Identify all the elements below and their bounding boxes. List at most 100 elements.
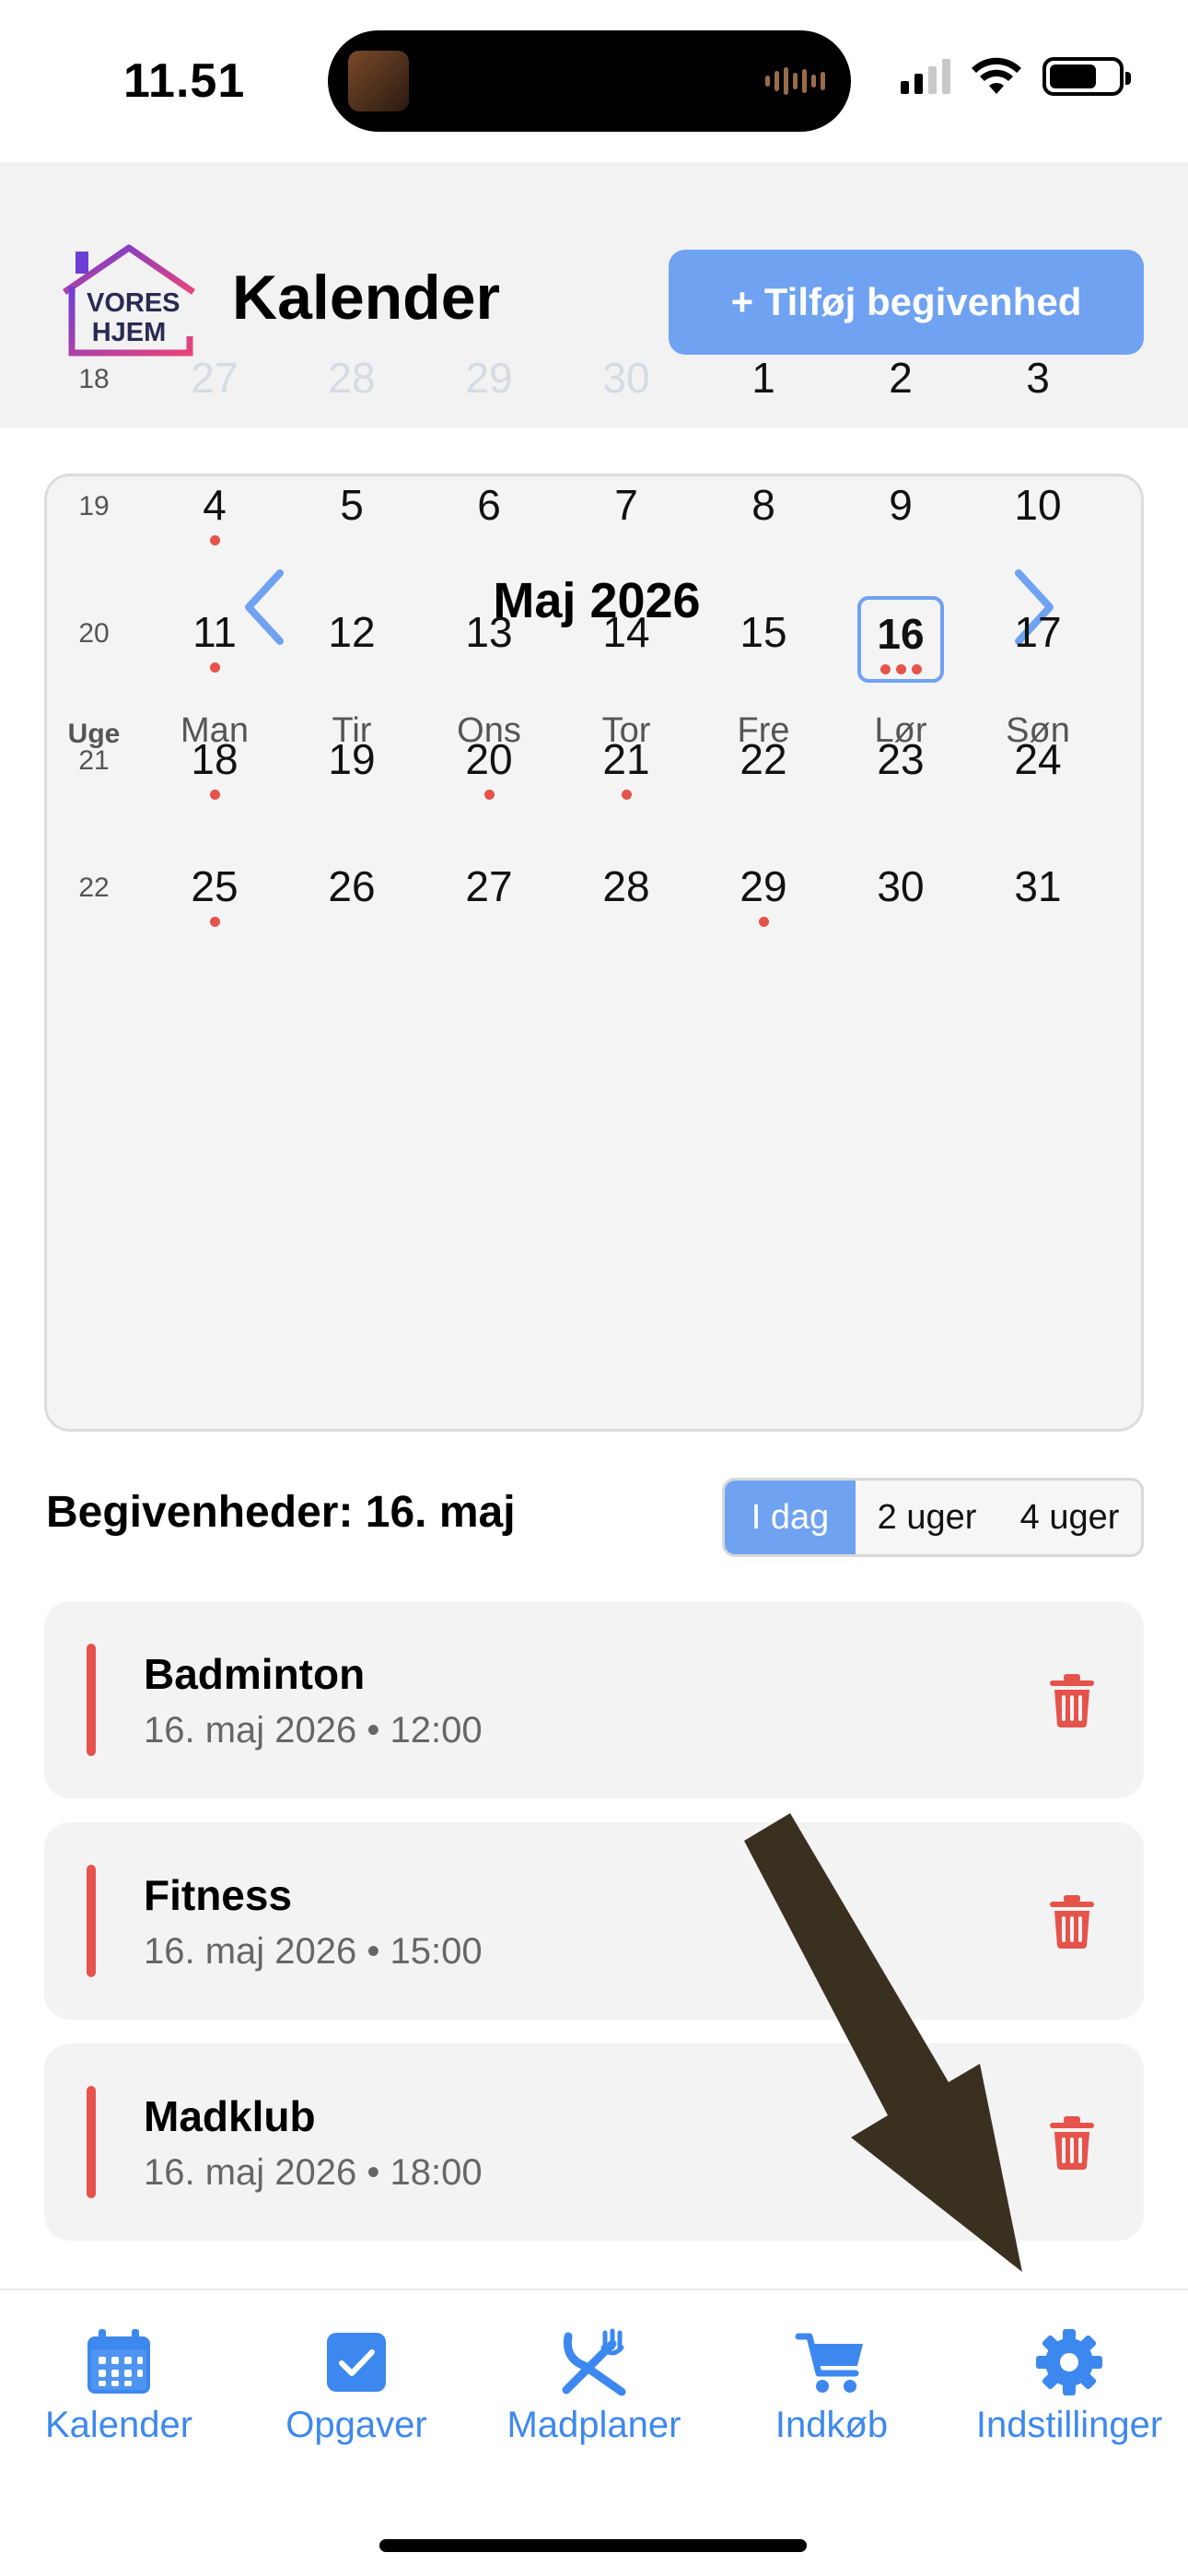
- calendar-card: Maj 2026 Uge Man Tir Ons Tor Fre Lør Søn 18 27 2…: [44, 354, 1147, 1432]
- day-number: 9: [889, 481, 913, 529]
- event-indicator-dots: [159, 917, 270, 927]
- event-card[interactable]: Badminton 16. maj 2026 • 12:00: [44, 1601, 1144, 1798]
- day-number: 27: [465, 862, 513, 910]
- tab-indkob[interactable]: Indkøb: [713, 2325, 950, 2446]
- day-number: 6: [477, 481, 501, 529]
- trash-icon[interactable]: [1048, 1673, 1096, 1728]
- event-card[interactable]: Fitness 16. maj 2026 • 15:00: [44, 1822, 1144, 2020]
- day-cell[interactable]: 24: [983, 716, 1093, 817]
- day-cell[interactable]: 31: [983, 843, 1093, 944]
- event-dot: [911, 664, 922, 674]
- trash-icon[interactable]: [1048, 1894, 1096, 1950]
- tab-opgaver[interactable]: Opgaver: [238, 2325, 475, 2446]
- event-indicator-dots: [434, 790, 544, 800]
- range-2-weeks-option[interactable]: 2 uger: [856, 1481, 998, 1554]
- calendar-week-row: 22 25 26 27 28 29 30 31: [47, 843, 1147, 970]
- day-number: 28: [602, 862, 650, 910]
- day-number: 31: [1014, 862, 1062, 910]
- day-cell[interactable]: 19: [297, 716, 407, 817]
- day-cell[interactable]: 26: [297, 843, 407, 944]
- day-number: 28: [328, 354, 376, 402]
- day-cell[interactable]: 12: [297, 589, 407, 690]
- status-bar: 11.51: [0, 0, 1188, 162]
- day-number: 7: [614, 481, 638, 529]
- logo-line-1: VORES: [87, 288, 181, 318]
- day-cell[interactable]: 25: [159, 843, 270, 944]
- event-indicator-dots: [571, 790, 681, 800]
- tab-indstillinger[interactable]: Indstillinger: [950, 2325, 1188, 2446]
- day-cell[interactable]: 21: [571, 716, 681, 817]
- utensils-icon: [562, 2328, 626, 2396]
- range-4-weeks-option[interactable]: 4 uger: [998, 1481, 1141, 1554]
- day-cell[interactable]: 28: [571, 843, 681, 944]
- day-cell[interactable]: 28: [297, 334, 407, 436]
- day-number: 4: [203, 481, 227, 529]
- day-cell[interactable]: 7: [571, 462, 681, 563]
- day-cell[interactable]: 1: [708, 334, 819, 436]
- day-cell[interactable]: 17: [983, 589, 1093, 690]
- event-color-bar: [87, 2086, 96, 2198]
- event-dot: [758, 917, 769, 927]
- cart-icon: [795, 2333, 863, 2393]
- event-dot: [879, 664, 891, 674]
- day-number: 20: [465, 735, 513, 783]
- battery-icon: [1042, 57, 1131, 96]
- day-cell[interactable]: 15: [708, 589, 819, 690]
- event-dot: [209, 535, 220, 545]
- wifi-icon: [972, 57, 1021, 94]
- page-title: Kalender: [232, 263, 500, 333]
- day-number: 16: [877, 610, 925, 658]
- day-cell[interactable]: 2: [845, 334, 956, 436]
- audio-waveform-icon: [765, 67, 825, 95]
- day-cell[interactable]: 13: [434, 589, 544, 690]
- day-cell[interactable]: 29: [708, 843, 819, 944]
- events-heading: Begivenheder: 16. maj: [46, 1488, 516, 1537]
- day-number: 27: [191, 354, 239, 402]
- event-title: Fitness: [144, 1871, 293, 1919]
- tab-kalender[interactable]: Kalender: [0, 2325, 238, 2446]
- calendar-week-row: 21 18 19 20 21 22 23 24: [47, 716, 1147, 843]
- checkbox-icon: [327, 2333, 386, 2392]
- event-date-time: 16. maj 2026 • 18:00: [144, 2152, 483, 2193]
- day-cell[interactable]: 29: [434, 334, 544, 436]
- day-cell[interactable]: 5: [297, 462, 407, 563]
- day-cell[interactable]: 3: [983, 334, 1093, 436]
- day-cell[interactable]: 14: [571, 589, 681, 690]
- event-dot: [209, 662, 220, 673]
- dynamic-island: [328, 30, 851, 132]
- day-cell[interactable]: 9: [845, 462, 956, 563]
- day-cell[interactable]: 18: [159, 716, 270, 817]
- day-number: 30: [877, 862, 925, 910]
- day-cell[interactable]: 20: [434, 716, 544, 817]
- range-today-option[interactable]: I dag: [725, 1481, 856, 1554]
- day-cell[interactable]: 23: [845, 716, 956, 817]
- day-cell[interactable]: 27: [434, 843, 544, 944]
- event-card[interactable]: Madklub 16. maj 2026 • 18:00: [44, 2043, 1144, 2241]
- day-cell-selected[interactable]: 16: [857, 596, 944, 683]
- event-indicator-dots: [159, 662, 270, 673]
- week-number: 22: [78, 872, 110, 903]
- day-cell[interactable]: 30: [571, 334, 681, 436]
- event-indicator-dots: [708, 917, 819, 927]
- day-cell[interactable]: 6: [434, 462, 544, 563]
- day-cell[interactable]: 4: [159, 462, 270, 563]
- day-number: 30: [602, 354, 650, 402]
- event-indicator-dots: [861, 664, 940, 674]
- day-number: 19: [328, 735, 376, 783]
- week-number: 20: [78, 618, 110, 649]
- day-cell[interactable]: 10: [983, 462, 1093, 563]
- day-cell[interactable]: 30: [845, 843, 956, 944]
- day-number: 29: [740, 862, 787, 910]
- day-cell[interactable]: 11: [159, 589, 270, 690]
- tab-label: Madplaner: [507, 2405, 681, 2445]
- tab-madplaner[interactable]: Madplaner: [475, 2325, 713, 2446]
- now-playing-thumbnail: [348, 51, 409, 111]
- day-cell[interactable]: 8: [708, 462, 819, 563]
- gear-icon: [1036, 2329, 1102, 2395]
- trash-icon[interactable]: [1048, 2115, 1096, 2171]
- day-cell[interactable]: 27: [159, 334, 270, 436]
- event-date-time: 16. maj 2026 • 15:00: [144, 1931, 483, 1972]
- day-cell[interactable]: 22: [708, 716, 819, 817]
- week-number: 19: [78, 491, 110, 521]
- status-time: 11.51: [123, 54, 246, 108]
